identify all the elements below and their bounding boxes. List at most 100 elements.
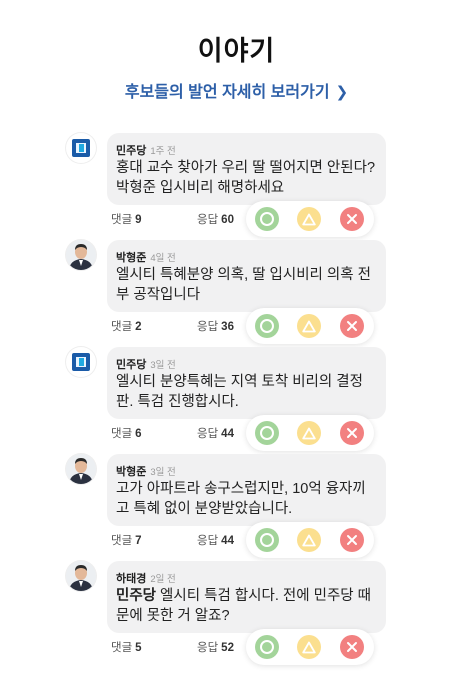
replies-number: 2 xyxy=(135,321,142,333)
replies-count[interactable]: 댓글 9 xyxy=(111,211,142,227)
answers-label: 응답 xyxy=(197,214,219,226)
avatar[interactable] xyxy=(66,561,96,591)
avatar[interactable] xyxy=(66,240,96,270)
triangle-icon xyxy=(302,320,316,332)
answers-count: 응답 60 xyxy=(197,211,234,227)
replies-label: 댓글 xyxy=(111,535,133,547)
disagree-button[interactable] xyxy=(340,421,364,445)
disagree-button[interactable] xyxy=(340,314,364,338)
replies-count[interactable]: 댓글 6 xyxy=(111,425,142,441)
triangle-icon xyxy=(302,641,316,653)
answers-number: 60 xyxy=(221,214,234,226)
answers-label: 응답 xyxy=(197,642,219,654)
author-name: 박형준 xyxy=(116,252,147,264)
x-icon xyxy=(347,214,357,224)
link-label: 후보들의 발언 자세히 보러가기 xyxy=(124,84,330,101)
answers-number: 44 xyxy=(221,428,234,440)
triangle-icon xyxy=(302,213,316,225)
author-name: 하태경 xyxy=(116,573,147,585)
comment-bubble[interactable]: 박형준 3일 전 고가 아파트라 송구스럽지만, 10억 융자끼고 특혜 없이 분… xyxy=(107,454,386,526)
post-text-body: 엘시티 분양특혜는 지역 토착 비리의 결정판. 특검 진행합시다. xyxy=(116,374,363,410)
reaction-bar xyxy=(246,201,374,237)
agree-button[interactable] xyxy=(255,207,279,231)
neutral-button[interactable] xyxy=(297,528,321,552)
post-item: 박형준 3일 전 고가 아파트라 송구스럽지만, 10억 융자끼고 특혜 없이 분… xyxy=(66,454,386,559)
neutral-button[interactable] xyxy=(297,421,321,445)
circle-icon xyxy=(260,533,274,547)
party-logo-icon[interactable] xyxy=(66,347,96,377)
answers-number: 52 xyxy=(221,642,234,654)
comment-bubble[interactable]: 하태경 2일 전 민주당 엘시티 특검 합시다. 전에 민주당 때문에 못한 거 … xyxy=(107,561,386,633)
disagree-button[interactable] xyxy=(340,635,364,659)
replies-label: 댓글 xyxy=(111,214,133,226)
disagree-button[interactable] xyxy=(340,207,364,231)
post-text: 엘시티 분양특혜는 지역 토착 비리의 결정판. 특검 진행합시다. xyxy=(116,372,378,412)
party-logo-icon[interactable] xyxy=(66,133,96,163)
replies-number: 6 xyxy=(135,428,142,440)
neutral-button[interactable] xyxy=(297,207,321,231)
reaction-bar xyxy=(246,522,374,558)
replies-count[interactable]: 댓글 7 xyxy=(111,532,142,548)
post-text: 엘시티 특혜분양 의혹, 딸 입시비리 의혹 전부 공작입니다 xyxy=(116,265,378,305)
circle-icon xyxy=(260,319,274,333)
post-text-highlight: 민주당 xyxy=(116,588,157,604)
post-time: 1주 전 xyxy=(150,146,176,157)
triangle-icon xyxy=(302,534,316,546)
x-icon xyxy=(347,535,357,545)
triangle-icon xyxy=(302,427,316,439)
answers-count: 응답 44 xyxy=(197,425,234,441)
agree-button[interactable] xyxy=(255,314,279,338)
replies-number: 9 xyxy=(135,214,142,226)
answers-number: 36 xyxy=(221,321,234,333)
answers-label: 응답 xyxy=(197,535,219,547)
post-text-body: 홍대 교수 찾아가 우리 딸 떨어지면 안된다? 박형준 입시비리 해명하세요 xyxy=(116,160,376,196)
post-text-body: 고가 아파트라 송구스럽지만, 10억 융자끼고 특혜 없이 분양받았습니다. xyxy=(116,481,366,517)
candidates-statements-link[interactable]: 후보들의 발언 자세히 보러가기 ❯ xyxy=(0,78,473,102)
answers-count: 응답 44 xyxy=(197,532,234,548)
author-name: 민주당 xyxy=(116,145,147,157)
replies-label: 댓글 xyxy=(111,428,133,440)
answers-count: 응답 36 xyxy=(197,318,234,334)
agree-button[interactable] xyxy=(255,635,279,659)
chevron-right-icon: ❯ xyxy=(335,84,349,101)
reaction-bar xyxy=(246,415,374,451)
avatar[interactable] xyxy=(66,454,96,484)
post-time: 4일 전 xyxy=(150,253,176,264)
circle-icon xyxy=(260,212,274,226)
post-text: 홍대 교수 찾아가 우리 딸 떨어지면 안된다? 박형준 입시비리 해명하세요 xyxy=(116,158,378,198)
comment-bubble[interactable]: 민주당 1주 전 홍대 교수 찾아가 우리 딸 떨어지면 안된다? 박형준 입시비… xyxy=(107,133,386,205)
answers-count: 응답 52 xyxy=(197,639,234,655)
neutral-button[interactable] xyxy=(297,314,321,338)
post-text: 민주당 엘시티 특검 합시다. 전에 민주당 때문에 못한 거 알죠? xyxy=(116,586,378,626)
replies-count[interactable]: 댓글 2 xyxy=(111,318,142,334)
replies-number: 5 xyxy=(135,642,142,654)
post-item: 하태경 2일 전 민주당 엘시티 특검 합시다. 전에 민주당 때문에 못한 거 … xyxy=(66,561,386,666)
comment-bubble[interactable]: 민주당 3일 전 엘시티 분양특혜는 지역 토착 비리의 결정판. 특검 진행합시… xyxy=(107,347,386,419)
circle-icon xyxy=(260,426,274,440)
answers-number: 44 xyxy=(221,535,234,547)
comment-bubble[interactable]: 박형준 4일 전 엘시티 특혜분양 의혹, 딸 입시비리 의혹 전부 공작입니다 xyxy=(107,240,386,312)
answers-label: 응답 xyxy=(197,428,219,440)
reaction-bar xyxy=(246,308,374,344)
x-icon xyxy=(347,642,357,652)
replies-label: 댓글 xyxy=(111,642,133,654)
replies-count[interactable]: 댓글 5 xyxy=(111,639,142,655)
x-icon xyxy=(347,321,357,331)
author-name: 박형준 xyxy=(116,466,147,478)
post-text: 고가 아파트라 송구스럽지만, 10억 융자끼고 특혜 없이 분양받았습니다. xyxy=(116,479,378,519)
post-item: 박형준 4일 전 엘시티 특혜분양 의혹, 딸 입시비리 의혹 전부 공작입니다 … xyxy=(66,240,386,345)
reaction-bar xyxy=(246,629,374,665)
neutral-button[interactable] xyxy=(297,635,321,659)
agree-button[interactable] xyxy=(255,528,279,552)
x-icon xyxy=(347,428,357,438)
post-time: 3일 전 xyxy=(150,467,176,478)
post-item: 민주당 3일 전 엘시티 분양특혜는 지역 토착 비리의 결정판. 특검 진행합시… xyxy=(66,347,386,452)
answers-label: 응답 xyxy=(197,321,219,333)
replies-number: 7 xyxy=(135,535,142,547)
agree-button[interactable] xyxy=(255,421,279,445)
post-time: 3일 전 xyxy=(150,360,176,371)
post-item: 민주당 1주 전 홍대 교수 찾아가 우리 딸 떨어지면 안된다? 박형준 입시비… xyxy=(66,133,386,238)
disagree-button[interactable] xyxy=(340,528,364,552)
circle-icon xyxy=(260,640,274,654)
author-name: 민주당 xyxy=(116,359,147,371)
